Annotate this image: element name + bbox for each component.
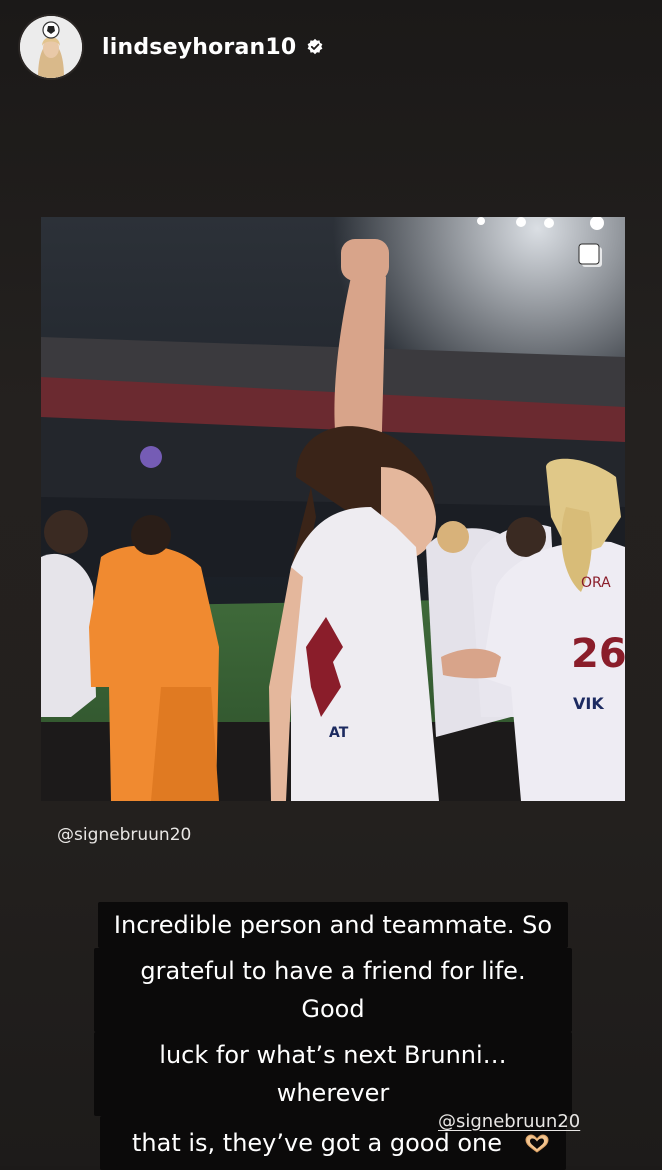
heart-hands-emoji-icon xyxy=(525,1134,549,1153)
story-header: lindseyhoran10 xyxy=(20,15,324,79)
caption-line-3: luck for what’s next Brunni… wherever xyxy=(94,1032,572,1116)
soccer-celebration-image: AT 26 ORA VIK xyxy=(41,217,625,801)
avatar-image xyxy=(20,16,82,78)
avatar[interactable] xyxy=(20,16,82,78)
username[interactable]: lindseyhoran10 xyxy=(102,35,296,60)
svg-text:ORA: ORA xyxy=(581,575,611,591)
story-viewer[interactable]: lindseyhoran10 AT 26 ORA VIK @signebruun… xyxy=(0,0,662,1170)
caption-line-2: grateful to have a friend for life. Good xyxy=(94,948,572,1032)
caption-text: luck for what’s next Brunni… wherever xyxy=(94,1032,572,1116)
caption-line-1: Incredible person and teammate. So xyxy=(94,902,572,948)
svg-text:VIK: VIK xyxy=(573,694,604,713)
caption-text: grateful to have a friend for life. Good xyxy=(94,948,572,1032)
caption-text: Incredible person and teammate. So xyxy=(97,902,569,948)
mention-sticker[interactable]: @signebruun20 xyxy=(438,1111,580,1132)
svg-text:AT: AT xyxy=(329,725,349,741)
carousel-icon xyxy=(578,243,602,267)
post-photo[interactable]: AT 26 ORA VIK xyxy=(41,217,625,801)
svg-text:26: 26 xyxy=(571,631,625,677)
verified-badge-icon xyxy=(308,38,323,55)
post-author-mention[interactable]: @signebruun20 xyxy=(57,825,191,845)
